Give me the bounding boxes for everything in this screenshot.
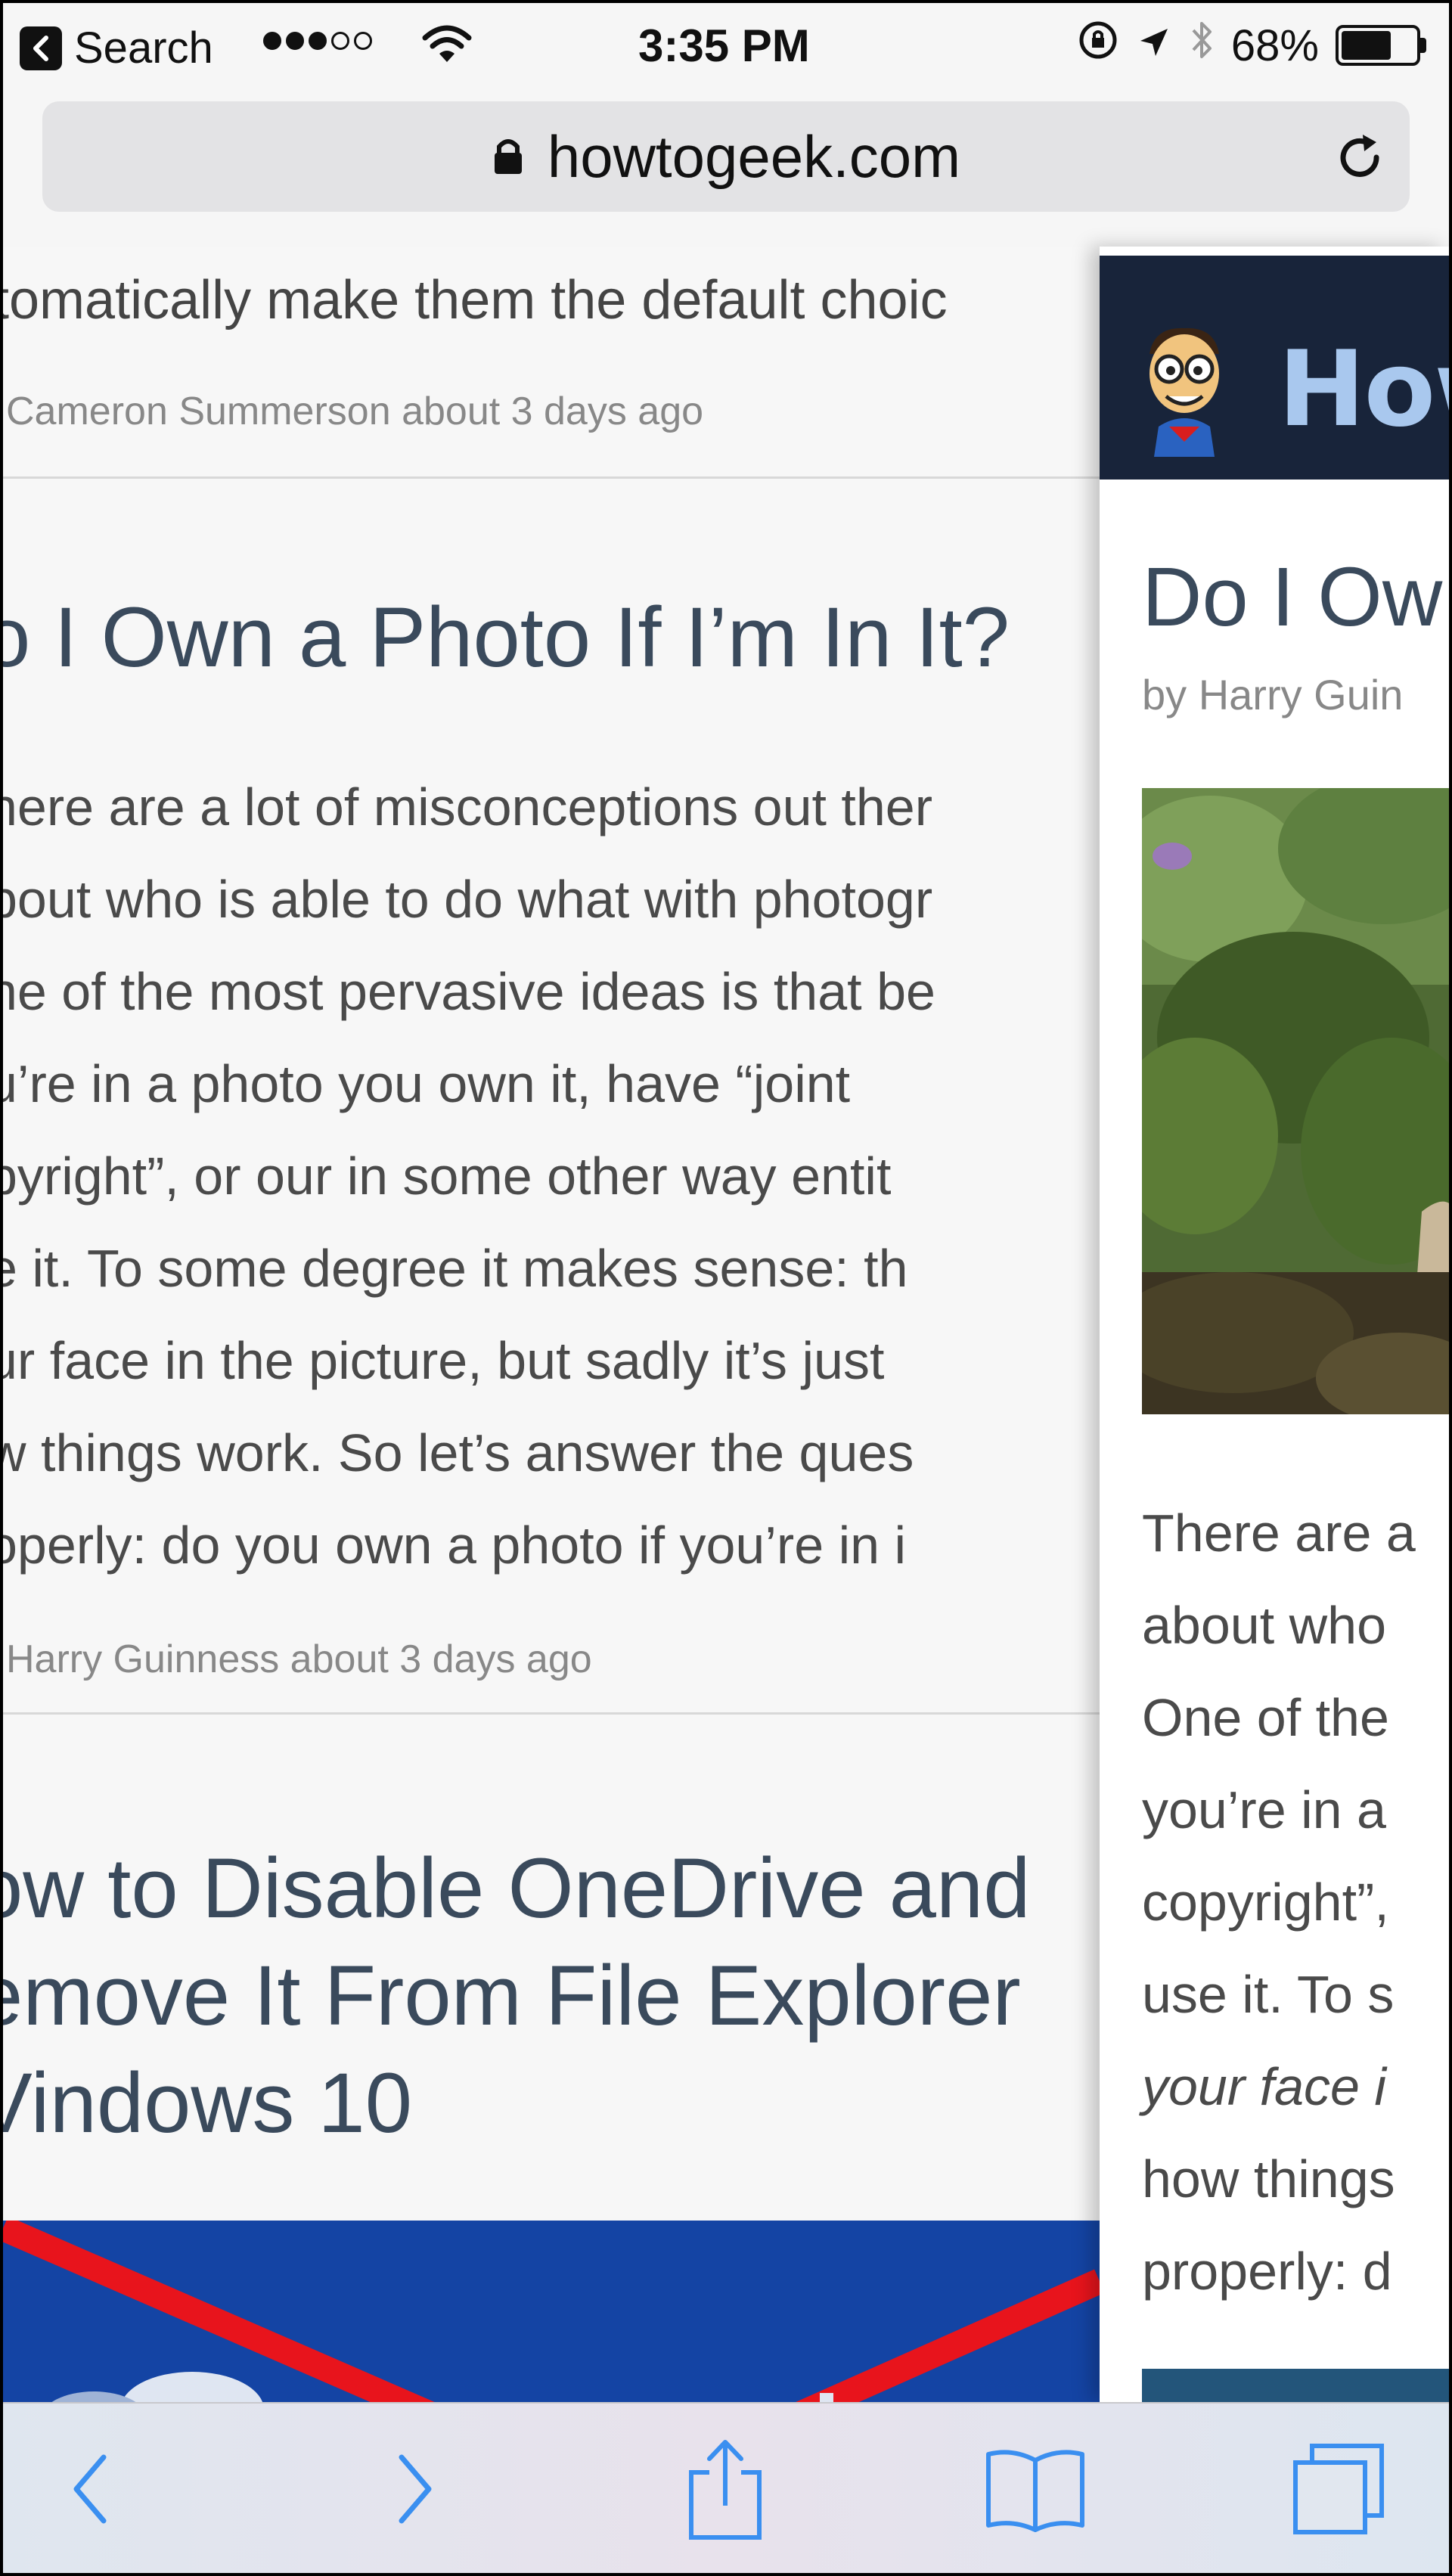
article-thumbnail[interactable] [3,2221,1100,2402]
divider [3,476,1100,479]
next-page-preview[interactable]: How- Do I Ow by Harry Guin There are a [1100,247,1449,2402]
excerpt-line: ur face in the picture, but sadly it’s j… [3,1331,885,1390]
excerpt-line: e it. To some degree it makes sense: th [3,1239,908,1298]
excerpt-line: here are a lot of misconceptions out the… [3,777,933,836]
phone-screen: Search 3:35 PM 68% howtogeek.com tomatic… [3,3,1449,2573]
share-icon [689,2440,762,2540]
article-title: Do I Ow [1142,551,1443,644]
article-headline-link[interactable]: ow to Disable OneDrive and emove It From… [3,1835,1030,2157]
browser-address-area: howtogeek.com [3,88,1449,247]
article-byline: by Harry Guin [1142,671,1404,718]
body-line: about who [1142,1596,1387,1655]
current-page[interactable]: tomatically make them the default choic … [3,247,1100,2402]
excerpt-line: operly: do you own a photo if you’re in … [3,1516,907,1575]
back-icon [73,2454,107,2524]
tabs-icon [1293,2444,1384,2534]
article-excerpt: here are a lot of misconceptions out the… [3,761,935,1591]
lock-icon [492,135,525,179]
body-line: One of the [1142,1688,1389,1747]
clock: 3:35 PM [638,20,810,71]
divider [3,1712,1100,1715]
site-logo-text: How- [1278,328,1449,450]
headline-line: Vindows 10 [3,2056,413,2150]
bluetooth-icon [1189,18,1215,73]
status-bar: Search 3:35 PM 68% [3,3,1449,88]
excerpt-line: w things work. So let’s answer the ques [3,1423,914,1482]
location-icon [1136,20,1172,71]
article-image [1142,2369,1449,2402]
article-body: There are a about who One of the you’re … [1142,1487,1416,2317]
article-excerpt: tomatically make them the default choic [3,270,948,331]
cell-signal-icon [263,32,372,50]
excerpt-line: pyright”, or our in some other way entit [3,1147,892,1206]
body-line: properly: d [1142,2242,1392,2301]
browser-toolbar [3,2402,1449,2573]
back-chevron-icon [20,26,62,70]
share-button[interactable] [676,2432,774,2546]
mascot-logo-icon [1139,321,1230,457]
tabs-button[interactable] [1281,2432,1395,2546]
body-line: copyright”, [1142,1873,1389,1932]
excerpt-line: u’re in a photo you own it, have “joint [3,1054,851,1113]
bookmarks-icon [986,2450,1084,2532]
body-line: your face i [1142,2057,1386,2116]
rotation-lock-icon [1077,19,1119,72]
body-line: use it. To s [1142,1965,1395,2024]
body-line: how things [1142,2149,1395,2208]
back-app-label: Search [74,23,213,73]
reload-button[interactable] [1329,127,1390,188]
back-button[interactable] [41,2432,139,2546]
body-line: you’re in a [1142,1780,1386,1839]
reload-icon [1340,135,1379,177]
excerpt-line: ne of the most pervasive ideas is that b… [3,962,935,1021]
url-text: howtogeek.com [547,123,961,190]
headline-line: ow to Disable OneDrive and [3,1841,1031,1935]
forward-button[interactable] [366,2432,464,2546]
address-bar[interactable]: howtogeek.com [42,101,1410,212]
article-byline: Cameron Summerson about 3 days ago [6,390,704,433]
back-to-app-button[interactable]: Search [20,23,213,73]
headline-line: emove It From File Explorer [3,1948,1021,2043]
article-photo [1142,788,1449,1414]
body-line: There are a [1142,1504,1416,1563]
forward-icon [399,2454,432,2524]
wifi-icon [422,23,472,76]
site-header: How- [1100,256,1449,480]
excerpt-line: bout who is able to do what with photogr [3,870,933,929]
battery-percent: 68% [1230,20,1319,70]
article-headline-link[interactable]: o I Own a Photo If I’m In It? [3,588,1010,686]
battery-icon [1336,25,1426,66]
article-byline: Harry Guinness about 3 days ago [6,1637,592,1681]
bookmarks-button[interactable] [979,2432,1092,2546]
